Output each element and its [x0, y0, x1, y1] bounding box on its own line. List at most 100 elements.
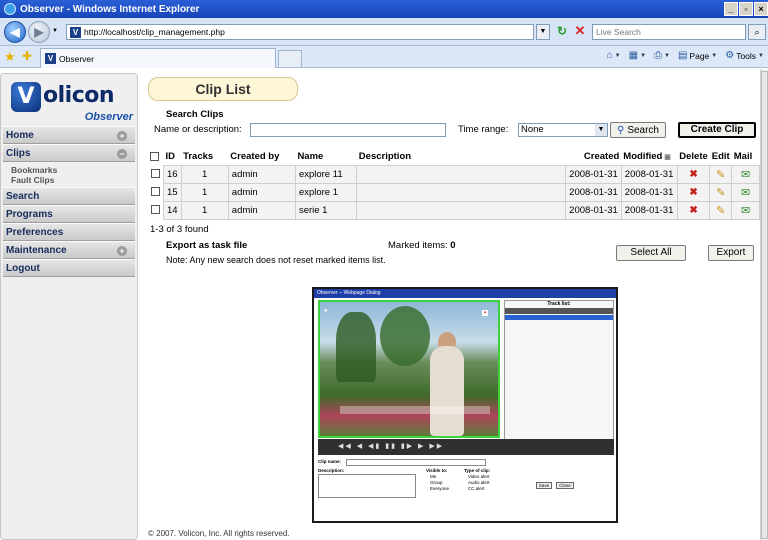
mail-icon[interactable]: ✉: [731, 164, 760, 184]
edit-icon[interactable]: ✎: [709, 182, 733, 202]
page-menu-label: Page: [689, 50, 710, 61]
search-go-icon[interactable]: ⌕: [748, 24, 766, 40]
cell-modified: 2008-01-31: [620, 200, 678, 220]
expand-icon[interactable]: +: [117, 246, 127, 256]
history-dropdown-icon[interactable]: ▼: [52, 28, 58, 34]
row-checkbox[interactable]: [151, 205, 160, 215]
time-range-select[interactable]: None ▼: [518, 123, 608, 137]
sidebar-subitem-fault-clips[interactable]: Fault Clips: [11, 175, 135, 185]
col-created-by[interactable]: Created by: [228, 149, 295, 165]
window-controls: _ ▫ ×: [724, 2, 768, 16]
tab-observer[interactable]: V Observer: [40, 48, 276, 68]
mail-icon[interactable]: ✉: [731, 182, 760, 202]
sidebar-item-logout[interactable]: Logout: [3, 259, 135, 277]
time-range-value: None: [521, 124, 544, 135]
delete-icon[interactable]: ✖: [676, 164, 711, 184]
window-title: Observer - Windows Internet Explorer: [20, 3, 200, 15]
delete-icon[interactable]: ✖: [676, 200, 711, 220]
sidebar-item-clips[interactable]: Clips −: [3, 144, 135, 162]
page-content: V olicon Observer Home + Clips − Bookmar…: [0, 69, 760, 540]
create-clip-button[interactable]: Create Clip: [678, 122, 756, 138]
cell-created: 2008-01-31: [565, 200, 622, 220]
select-all-button[interactable]: Select All: [616, 245, 686, 261]
mail-icon[interactable]: ✉: [731, 200, 760, 220]
favorites-star-icon[interactable]: ★: [4, 49, 16, 65]
row-checkbox[interactable]: [151, 187, 160, 197]
live-search-input[interactable]: Live Search: [592, 24, 746, 40]
channel-logo-icon: ●: [324, 308, 328, 314]
cell-description: [356, 200, 567, 220]
clip-form: Clip name: Description: Visible to: Type…: [318, 459, 614, 519]
sidebar-item-preferences[interactable]: Preferences: [3, 223, 135, 241]
video-frame: ● ▪: [318, 300, 500, 438]
window-titlebar: Observer - Windows Internet Explorer _ ▫…: [0, 0, 768, 18]
sidebar-item-label: Search: [6, 191, 40, 202]
close-window-button[interactable]: ×: [754, 2, 768, 16]
back-button[interactable]: ◀: [4, 21, 26, 43]
sidebar-subitem-bookmarks[interactable]: Bookmarks: [11, 165, 135, 175]
collapse-icon[interactable]: −: [117, 149, 127, 159]
chevron-down-icon: ▼: [595, 124, 607, 136]
cell-modified: 2008-01-31: [620, 164, 678, 184]
address-dropdown-icon[interactable]: ▼: [536, 24, 550, 40]
stop-icon[interactable]: ✕: [572, 24, 588, 40]
col-modified[interactable]: Modified ▣: [621, 149, 677, 165]
volicon-logo: V olicon Observer: [5, 78, 135, 124]
forward-button[interactable]: ▶: [28, 21, 50, 43]
feeds-command[interactable]: ▦ ▼: [629, 50, 646, 61]
table-row: 15 1 admin explore 1 2008-01-31 2008-01-…: [148, 182, 760, 202]
page-title: Clip List: [148, 77, 298, 101]
delete-icon[interactable]: ✖: [676, 182, 711, 202]
tools-menu-label: Tools: [736, 50, 757, 61]
col-modified-label: Modified: [623, 151, 663, 163]
command-bar: ⌂ ▼ ▦ ▼ ⎙ ▼ ▤ Page ▼ ⚙ Tools ▼: [607, 50, 764, 61]
sidebar-item-label: Clips: [6, 148, 31, 159]
select-all-checkbox[interactable]: [150, 152, 159, 162]
row-checkbox[interactable]: [151, 169, 160, 179]
search-icon: ⚲: [616, 124, 625, 136]
new-tab-button[interactable]: [278, 50, 302, 67]
address-field[interactable]: V http://localhost/clip_management.php: [66, 24, 534, 40]
tab-favicon-icon: V: [45, 53, 56, 64]
col-description[interactable]: Description: [357, 149, 566, 165]
screenshot-dialog-title: Observer -- Webpage Dialog: [314, 289, 616, 298]
tab-toolbar: ★ ✚ V Observer ⌂ ▼ ▦ ▼ ⎙ ▼ ▤ Page ▼ ⚙ Tools ▼: [0, 46, 768, 68]
sidebar-item-maintenance[interactable]: Maintenance +: [3, 241, 135, 259]
page-menu[interactable]: ▤ Page ▼: [678, 50, 717, 61]
add-favorites-icon[interactable]: ✚: [22, 49, 32, 63]
col-name[interactable]: Name: [295, 149, 356, 165]
cell-name: explore 11: [294, 164, 358, 184]
col-id[interactable]: ID: [164, 149, 182, 165]
clips-submenu: Bookmarks Fault Clips: [3, 162, 135, 187]
minimize-button[interactable]: _: [724, 2, 738, 16]
visible-to-label: Visible to:: [426, 468, 448, 473]
edit-icon[interactable]: ✎: [709, 200, 733, 220]
sidebar-item-programs[interactable]: Programs: [3, 205, 135, 223]
export-button[interactable]: Export: [708, 245, 754, 261]
scrollbar-thumb[interactable]: [761, 71, 768, 539]
sidebar-item-home[interactable]: Home +: [3, 126, 135, 144]
search-button-label: Search: [627, 124, 659, 136]
search-button[interactable]: ⚲ Search: [610, 122, 666, 138]
refresh-icon[interactable]: ↻: [554, 24, 570, 40]
page-icon: ▤: [677, 50, 688, 61]
edit-icon[interactable]: ✎: [709, 164, 733, 184]
marked-items-count: 0: [450, 240, 456, 251]
type-option-video: Video alert: [468, 474, 490, 479]
page-scrollbar[interactable]: [760, 69, 768, 540]
dialog-close-button: Close: [556, 482, 574, 489]
expand-icon[interactable]: +: [117, 131, 127, 141]
name-search-input[interactable]: [250, 123, 446, 137]
col-tracks[interactable]: Tracks: [181, 149, 228, 165]
col-created[interactable]: Created: [566, 149, 622, 165]
name-label: Name or description:: [154, 124, 242, 135]
sidebar-item-label: Preferences: [6, 227, 64, 238]
tools-menu[interactable]: ⚙ Tools ▼: [725, 50, 764, 61]
table-row: 14 1 admin serie 1 2008-01-31 2008-01-31…: [148, 200, 760, 220]
sort-icon: ▣: [662, 154, 671, 162]
clip-name-label: Clip name:: [318, 459, 342, 464]
home-command[interactable]: ⌂ ▼: [607, 50, 621, 61]
print-command[interactable]: ⎙ ▼: [654, 50, 670, 61]
sidebar-item-search[interactable]: Search: [3, 187, 135, 205]
maximize-button[interactable]: ▫: [739, 2, 753, 16]
